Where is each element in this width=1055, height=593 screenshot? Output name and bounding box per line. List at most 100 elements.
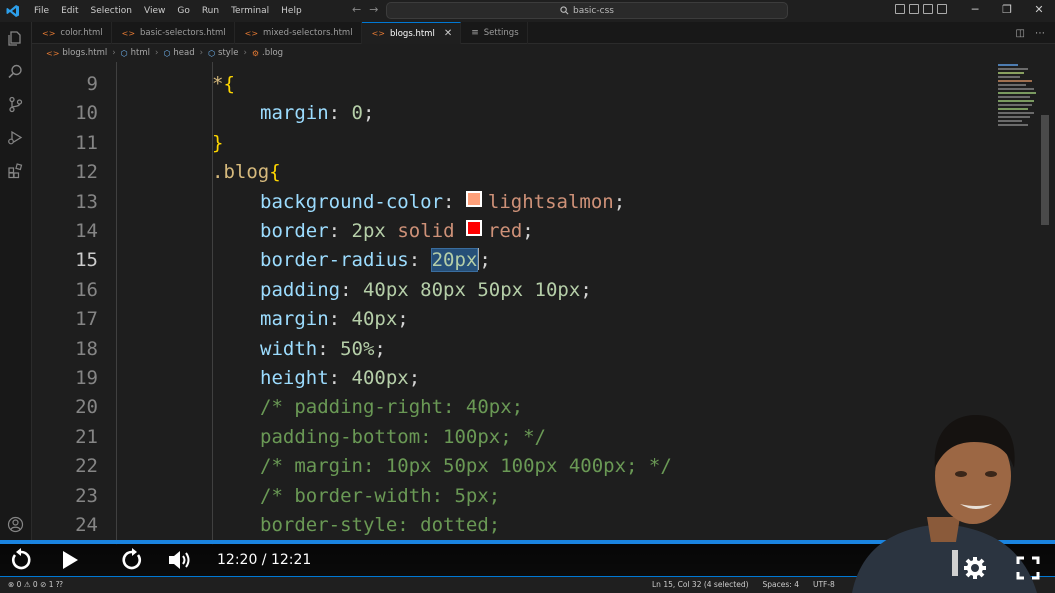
- code-token: ;: [479, 249, 491, 272]
- search-sidebar-icon[interactable]: [7, 63, 24, 80]
- menu-selection[interactable]: Selection: [85, 5, 138, 17]
- code-token: solid: [397, 220, 455, 242]
- extensions-icon[interactable]: [7, 162, 24, 179]
- run-debug-icon[interactable]: [7, 129, 24, 146]
- more-actions-icon[interactable]: ⋯: [1035, 28, 1045, 39]
- code-token: 0: [351, 102, 363, 125]
- code-text: padding: 40px 80px 50px 10px;: [260, 276, 592, 305]
- menu-terminal[interactable]: Terminal: [225, 5, 275, 17]
- maximize-icon[interactable]: ❐: [991, 0, 1023, 22]
- code-line: 12 .blog{: [32, 158, 997, 187]
- editor-tabs: <> color.html <> basic-selectors.html <> mi…: [32, 22, 1055, 44]
- tab-settings[interactable]: ≡ Settings: [461, 22, 528, 44]
- minimap-row: [998, 72, 1024, 74]
- code-text: }: [212, 129, 223, 158]
- line-number: 18: [75, 337, 98, 360]
- code-token: {: [269, 161, 281, 184]
- play-icon[interactable]: [54, 544, 86, 576]
- source-control-icon[interactable]: [7, 96, 24, 113]
- minimize-icon[interactable]: ─: [959, 0, 991, 22]
- minimap[interactable]: [998, 62, 1038, 132]
- tab-label: Settings: [483, 28, 519, 38]
- minimap-row: [998, 112, 1034, 114]
- accounts-icon[interactable]: [7, 516, 24, 533]
- back-arrow-icon[interactable]: ←: [352, 3, 369, 16]
- toggle-secondary-sidebar-icon[interactable]: [923, 4, 933, 14]
- breadcrumb-item-head[interactable]: head: [173, 48, 194, 58]
- code-token: :: [328, 102, 352, 125]
- cursor-position[interactable]: Ln 15, Col 32 (4 selected): [652, 580, 749, 589]
- breadcrumb-item-html[interactable]: html: [131, 48, 150, 58]
- menu-view[interactable]: View: [138, 5, 171, 17]
- element-icon: ⬡: [208, 48, 216, 58]
- line-number: 15: [75, 249, 98, 272]
- minimap-row: [998, 64, 1018, 66]
- code-token: margin: [260, 308, 329, 331]
- layout-controls: [895, 4, 947, 14]
- breadcrumb-item-style[interactable]: style: [218, 48, 238, 58]
- toggle-sidebar-icon[interactable]: [895, 4, 905, 14]
- indentation[interactable]: Spaces: 4: [763, 580, 799, 589]
- tab-color-html[interactable]: <> color.html: [32, 22, 112, 44]
- webcam-overlay: [832, 402, 1055, 593]
- toggle-panel-icon[interactable]: [909, 4, 919, 14]
- tab-mixed-selectors-html[interactable]: <> mixed-selectors.html: [235, 22, 362, 44]
- tab-basic-selectors-html[interactable]: <> basic-selectors.html: [112, 22, 235, 44]
- code-text: border-style: dotted;: [260, 511, 500, 540]
- code-text: /* padding-right: 40px;: [260, 393, 523, 422]
- minimap-row: [998, 104, 1032, 106]
- color-swatch-icon: [465, 190, 482, 207]
- explorer-icon[interactable]: [7, 30, 24, 47]
- html-file-icon: <>: [244, 28, 259, 38]
- close-tab-icon[interactable]: ✕: [444, 28, 452, 39]
- menu-edit[interactable]: Edit: [55, 5, 84, 17]
- rewind-icon[interactable]: [5, 544, 37, 576]
- customize-layout-icon[interactable]: [937, 4, 947, 14]
- element-icon: ⬡: [163, 48, 171, 58]
- code-token: ;: [580, 278, 592, 301]
- line-number: 12: [75, 161, 98, 184]
- title-bar: File Edit Selection View Go Run Terminal…: [0, 0, 1055, 22]
- code-token: /* padding-right: 40px;: [260, 396, 524, 419]
- line-number: 14: [75, 220, 98, 242]
- code-token: ;: [374, 337, 386, 360]
- volume-icon[interactable]: [163, 544, 195, 576]
- search-icon: [560, 6, 569, 15]
- video-time: 12:20 / 12:21: [217, 552, 312, 568]
- line-number: 22: [75, 455, 98, 478]
- minimap-row: [998, 92, 1036, 94]
- fullscreen-icon[interactable]: [1015, 555, 1045, 583]
- problems-indicator[interactable]: ⊗ 0 ⚠ 0 ⊘ 1 ⁇: [8, 580, 63, 589]
- settings-gear-icon[interactable]: [962, 555, 992, 583]
- menu-file[interactable]: File: [28, 5, 55, 17]
- code-token: /* border-width: 5px;: [260, 484, 501, 507]
- minimap-row: [998, 108, 1028, 110]
- forward-icon[interactable]: [116, 544, 148, 576]
- command-center[interactable]: basic-css: [386, 2, 788, 19]
- menu-help[interactable]: Help: [275, 5, 308, 17]
- code-token: 50%: [340, 337, 375, 360]
- vertical-scrollbar[interactable]: [1041, 115, 1049, 225]
- line-number: 24: [75, 514, 98, 536]
- code-text: background-color: lightsalmon;: [260, 188, 625, 217]
- breadcrumb-item-file[interactable]: blogs.html: [62, 48, 107, 58]
- code-token: :: [328, 367, 352, 389]
- minimap-row: [998, 76, 1020, 78]
- forward-arrow-icon[interactable]: →: [369, 3, 386, 16]
- menu-run[interactable]: Run: [196, 5, 225, 17]
- html-file-icon: <>: [121, 28, 136, 38]
- code-text: /* border-width: 5px;: [260, 482, 500, 511]
- menu-go[interactable]: Go: [171, 5, 195, 17]
- minimap-row: [998, 88, 1034, 90]
- close-window-icon[interactable]: ✕: [1023, 0, 1055, 22]
- menu-bar: File Edit Selection View Go Run Terminal…: [28, 5, 308, 17]
- code-token: ;: [408, 367, 421, 389]
- split-editor-icon[interactable]: ◫: [1016, 28, 1025, 39]
- code-token: :: [328, 220, 352, 242]
- line-number: 17: [75, 308, 98, 331]
- code-text: margin: 40px;: [260, 305, 409, 334]
- tab-blogs-html[interactable]: <> blogs.html ✕: [361, 22, 462, 44]
- code-token: :: [328, 308, 352, 331]
- breadcrumb-item-selector[interactable]: .blog: [262, 48, 283, 58]
- line-number: 10: [75, 102, 98, 125]
